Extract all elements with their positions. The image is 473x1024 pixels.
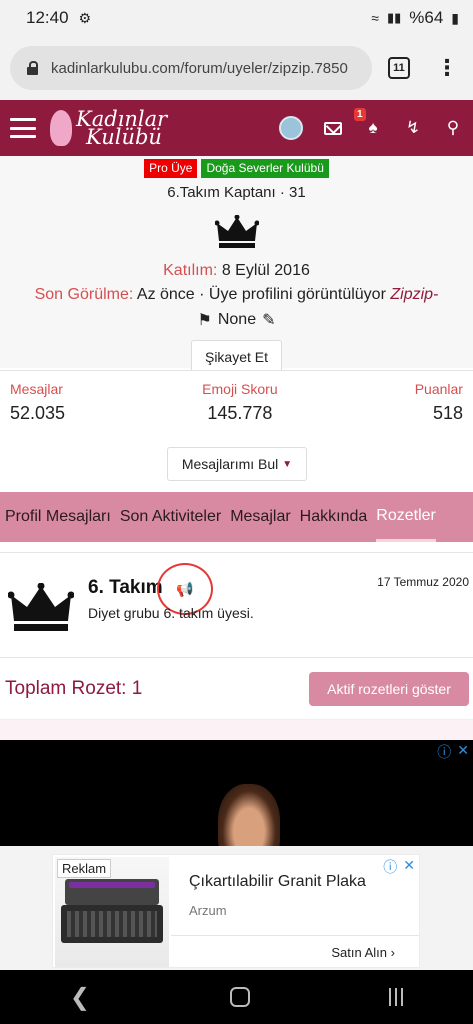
recents-icon[interactable] xyxy=(389,988,404,1006)
report-button[interactable]: Şikayet Et xyxy=(190,340,283,374)
trophy-list-item: 6. Takım 📢 17 Temmuz 2020 Diyet grubu 6.… xyxy=(0,552,473,658)
stat-value-points[interactable]: 518 xyxy=(415,403,463,424)
find-messages-label: Mesajlarımı Bul xyxy=(181,456,279,472)
profile-header: Pro Üye Doğa Severler Kulübü 6.Takım Kap… xyxy=(0,156,473,374)
stat-label-emoji: Emoji Skoru xyxy=(202,381,278,397)
hamburger-menu-icon[interactable] xyxy=(10,118,36,138)
find-messages-button[interactable]: Mesajlarımı Bul ▼ xyxy=(167,447,307,481)
tab-profile-posts[interactable]: Profil Mesajları xyxy=(5,492,111,542)
url-text: kadinlarkulubu.com/forum/uyeler/zipzip.7… xyxy=(51,59,348,77)
tab-postings[interactable]: Mesajlar xyxy=(230,492,290,542)
user-tags-none: None xyxy=(217,311,257,328)
member-stats: Mesajlar 52.035 Emoji Skoru 145.778 Puan… xyxy=(0,370,473,442)
ad-label: Reklam xyxy=(57,859,112,878)
tab-trophies[interactable]: Rozetler xyxy=(376,492,436,542)
bell-icon: ♠ xyxy=(368,118,378,137)
whats-new-button[interactable]: ↯ xyxy=(403,118,423,138)
browser-toolbar: kadinlarkulubu.com/forum/uyeler/zipzip.7… xyxy=(0,36,473,100)
status-time: 12:40 xyxy=(26,8,69,27)
search-button[interactable]: ⚲ xyxy=(443,118,463,138)
joined-label: Katılım: xyxy=(163,262,218,279)
tab-latest-activity[interactable]: Son Aktiviteler xyxy=(120,492,221,542)
ad-advertiser: Arzum xyxy=(189,903,227,918)
ad-close-icon[interactable]: ✕ xyxy=(457,742,469,762)
stat-label-messages: Mesajlar xyxy=(10,381,63,397)
signal-icon: ▮▮ xyxy=(386,10,402,25)
search-icon: ⚲ xyxy=(446,118,460,137)
chevron-down-icon: ▼ xyxy=(282,458,293,470)
ad-cta-button[interactable]: Satın Alın › xyxy=(331,945,395,960)
ad-close-icon-2[interactable]: ✕ xyxy=(403,857,415,877)
inbox-button[interactable] xyxy=(323,118,343,138)
user-tag-pro: Pro Üye xyxy=(144,159,198,178)
tags-icon: ⚑ xyxy=(197,312,212,329)
logo-figure-icon xyxy=(50,110,72,146)
logo-text-line2: Kulübü xyxy=(86,125,162,149)
display-ad[interactable]: Reklam Çıkartılabilir Granit Plaka Arzum… xyxy=(52,854,420,968)
lock-icon xyxy=(26,61,39,75)
tab-switcher-button[interactable]: 11 xyxy=(388,57,410,79)
trophy-summary: Toplam Rozet: 1 Aktif rozetleri göster xyxy=(0,658,473,720)
ad-info-icon-2[interactable]: ⓘ xyxy=(383,857,397,877)
ad-headline[interactable]: Çıkartılabilir Granit Plaka xyxy=(189,873,366,891)
user-avatar[interactable] xyxy=(279,116,303,140)
last-seen-user-link[interactable]: Zipzip- xyxy=(390,286,438,303)
bolt-icon: ↯ xyxy=(405,118,421,137)
user-title: 6.Takım Kaptanı · 31 xyxy=(167,184,306,201)
show-active-trophies-button[interactable]: Aktif rozetleri göster xyxy=(309,672,469,706)
system-nav-bar: ❮ xyxy=(0,970,473,1024)
site-header: Kadınlar Kulübü 1 ♠ ↯ ⚲ xyxy=(0,100,473,156)
section-divider xyxy=(0,720,473,740)
user-tag-club: Doğa Severler Kulübü xyxy=(201,159,329,178)
trophy-crown-icon xyxy=(8,583,74,631)
wifi-icon: ≈ xyxy=(371,10,379,26)
ad-cta-label: Satın Alın xyxy=(331,945,388,960)
ad-info-icon[interactable]: ⓘ xyxy=(437,742,451,762)
battery-percent: %64 xyxy=(409,8,444,27)
crown-icon xyxy=(214,214,259,248)
trophy-date: 17 Temmuz 2020 xyxy=(377,575,469,589)
battery-icon: ▮ xyxy=(451,9,459,26)
last-seen-label: Son Görülme: xyxy=(34,286,134,303)
chevron-right-icon: › xyxy=(390,945,395,960)
alerts-button[interactable]: 1 ♠ xyxy=(354,108,383,138)
trophy-title: 6. Takım xyxy=(88,577,163,598)
joined-value: 8 Eylül 2016 xyxy=(221,262,310,279)
notification-badge: 1 xyxy=(354,108,366,121)
total-trophies: Toplam Rozet: 1 xyxy=(5,678,143,699)
stat-label-points: Puanlar xyxy=(414,381,463,397)
stat-value-emoji: 145.778 xyxy=(207,403,273,423)
video-ad-frame xyxy=(218,784,280,846)
status-bar: 12:40 ⚙ ≈ ▮▮ %64 ▮ xyxy=(0,0,473,36)
site-logo[interactable]: Kadınlar Kulübü xyxy=(50,109,167,149)
app-notification-icon: ⚙ xyxy=(78,9,92,26)
stat-value-messages[interactable]: 52.035 xyxy=(10,403,65,424)
profile-tabs: Profil Mesajları Son Aktiviteler Mesajla… xyxy=(0,492,473,542)
video-ad[interactable]: ⓘ ✕ xyxy=(0,740,473,846)
last-seen-value: Az önce · Üye profilini görüntülüyor xyxy=(136,286,386,303)
trophy-description: Diyet grubu 6. takım üyesi. xyxy=(88,605,254,621)
address-bar[interactable]: kadinlarkulubu.com/forum/uyeler/zipzip.7… xyxy=(10,46,372,90)
back-icon[interactable]: ❮ xyxy=(70,983,90,1012)
more-menu-icon[interactable]: ⋮ xyxy=(436,57,458,79)
mail-icon xyxy=(324,121,342,135)
home-icon[interactable] xyxy=(229,987,250,1007)
pencil-icon[interactable]: ✎ xyxy=(262,310,275,330)
tab-about[interactable]: Hakkında xyxy=(300,492,368,542)
display-ad-container: Reklam Çıkartılabilir Granit Plaka Arzum… xyxy=(0,846,473,970)
